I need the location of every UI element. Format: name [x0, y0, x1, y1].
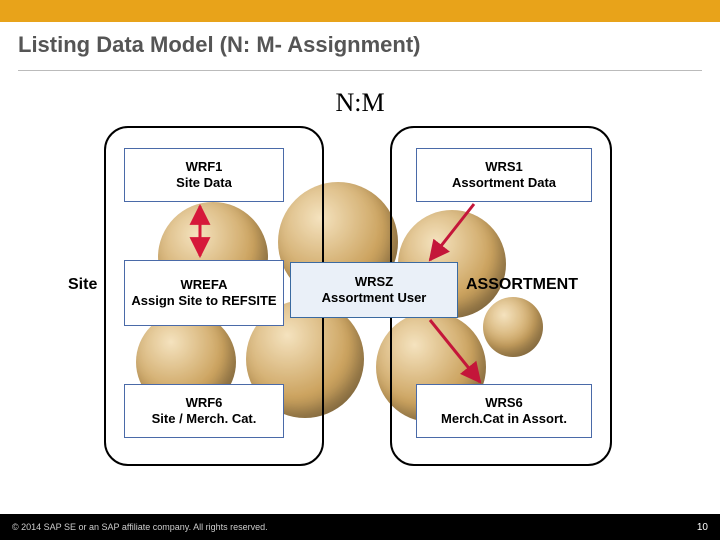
box-code: WRS1 — [421, 159, 587, 175]
box-desc: Merch.Cat in Assort. — [421, 411, 587, 427]
relation-label: N:M — [0, 88, 720, 118]
box-code: WRF1 — [129, 159, 279, 175]
box-desc: Assortment Data — [421, 175, 587, 191]
box-desc: Site / Merch. Cat. — [129, 411, 279, 427]
box-wrs6: WRS6 Merch.Cat in Assort. — [416, 384, 592, 438]
box-desc: Assortment User — [295, 290, 453, 306]
box-code: WREFA — [129, 277, 279, 293]
box-wrf1: WRF1 Site Data — [124, 148, 284, 202]
assortment-label: ASSORTMENT — [466, 276, 578, 294]
box-wrsz: WRSZ Assortment User — [290, 262, 458, 318]
box-desc: Assign Site to REFSITE — [129, 293, 279, 309]
page-title: Listing Data Model (N: M- Assignment) — [0, 22, 720, 66]
brand-top-bar — [0, 0, 720, 22]
box-wrefa: WREFA Assign Site to REFSITE — [124, 260, 284, 326]
box-code: WRSZ — [295, 274, 453, 290]
box-wrs1: WRS1 Assortment Data — [416, 148, 592, 202]
footer-bar: © 2014 SAP SE or an SAP affiliate compan… — [0, 514, 720, 540]
box-wrf6: WRF6 Site / Merch. Cat. — [124, 384, 284, 438]
divider — [18, 70, 702, 71]
box-desc: Site Data — [129, 175, 279, 191]
copyright-text: © 2014 SAP SE or an SAP affiliate compan… — [12, 522, 268, 532]
page-number: 10 — [697, 522, 708, 533]
box-code: WRS6 — [421, 395, 587, 411]
diagram-stage: N:M Site ASSORTMENT WRF1 Site Data WREFA… — [0, 86, 720, 512]
site-label: Site — [68, 276, 97, 294]
box-code: WRF6 — [129, 395, 279, 411]
